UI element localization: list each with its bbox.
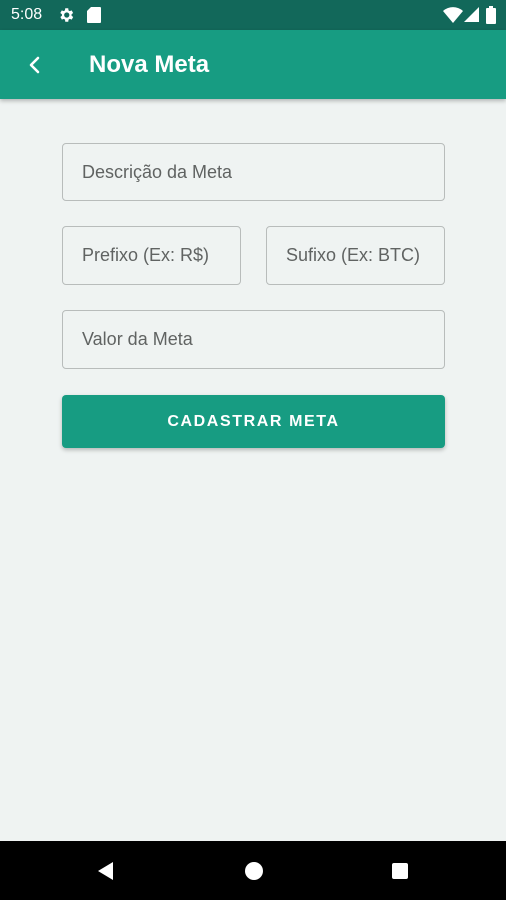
register-goal-button[interactable]: CADASTRAR META	[62, 395, 445, 448]
back-button[interactable]	[16, 46, 54, 84]
status-time: 5:08	[11, 6, 43, 23]
nav-back-button[interactable]	[92, 857, 120, 885]
status-bar: 5:08	[0, 0, 506, 30]
chevron-left-icon	[29, 56, 40, 74]
recents-square-icon	[392, 863, 408, 879]
goal-description-input[interactable]	[62, 143, 445, 201]
wifi-icon	[443, 7, 463, 23]
home-circle-icon	[245, 862, 263, 880]
cell-signal-icon	[464, 7, 479, 22]
page-title: Nova Meta	[89, 51, 210, 78]
sd-card-icon	[87, 7, 101, 23]
nav-home-button[interactable]	[240, 857, 268, 885]
system-nav-bar	[0, 841, 506, 900]
app-bar: Nova Meta	[0, 30, 506, 99]
battery-icon	[486, 6, 496, 24]
prefix-input[interactable]	[62, 226, 241, 285]
nav-recents-button[interactable]	[386, 857, 414, 885]
settings-gear-icon	[60, 8, 74, 22]
goal-value-input[interactable]	[62, 310, 445, 369]
suffix-input[interactable]	[266, 226, 445, 285]
back-triangle-icon	[98, 862, 113, 880]
